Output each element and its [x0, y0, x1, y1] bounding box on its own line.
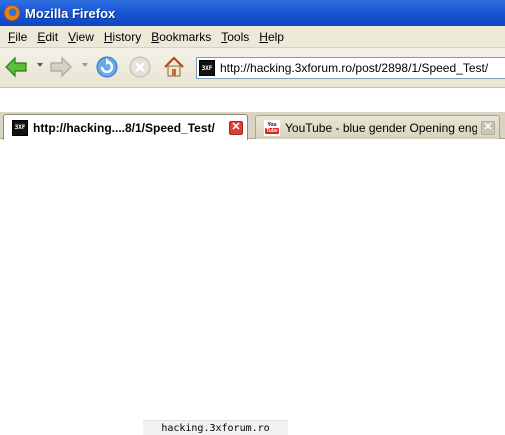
firefox-logo-icon: [4, 5, 20, 21]
menu-bookmarks[interactable]: Bookmarks: [146, 27, 216, 47]
site-favicon-icon: 3X F: [199, 60, 215, 76]
reload-button[interactable]: [94, 54, 120, 80]
menu-bar: File Edit View History Bookmarks Tools H…: [0, 26, 505, 48]
tab-speed-test[interactable]: 3X F http://hacking....8/1/Speed_Test/ ✕: [3, 114, 248, 140]
url-text: http://hacking.3xforum.ro/post/2898/1/Sp…: [220, 61, 489, 75]
tab-youtube[interactable]: You Tube YouTube - blue gender Opening e…: [255, 115, 500, 139]
back-history-dropdown-icon[interactable]: [37, 63, 43, 67]
url-bar[interactable]: 3X F http://hacking.3xforum.ro/post/2898/…: [196, 57, 505, 79]
stop-button[interactable]: [127, 54, 153, 80]
status-text: hacking.3xforum.ro: [143, 420, 288, 435]
menu-edit[interactable]: Edit: [32, 27, 63, 47]
menu-file[interactable]: File: [3, 27, 32, 47]
close-tab-icon[interactable]: ✕: [481, 120, 495, 135]
menu-help[interactable]: Help: [254, 27, 289, 47]
title-bar: Mozilla Firefox: [0, 0, 505, 26]
close-tab-icon[interactable]: ✕: [229, 120, 243, 135]
reload-icon: [96, 56, 118, 78]
tab-label: YouTube - blue gender Opening english: [285, 120, 477, 135]
forward-history-dropdown-icon[interactable]: [82, 63, 88, 67]
home-icon: [164, 56, 184, 77]
menu-history[interactable]: History: [99, 27, 146, 47]
back-button[interactable]: [3, 54, 29, 80]
tab-strip: 3X F http://hacking....8/1/Speed_Test/ ✕ …: [0, 112, 505, 140]
stop-icon: [129, 56, 151, 78]
page-content[interactable]: [0, 140, 505, 415]
window-title: Mozilla Firefox: [25, 5, 116, 21]
forward-button[interactable]: [48, 54, 74, 80]
back-arrow-icon: [5, 56, 27, 78]
tab-label: http://hacking....8/1/Speed_Test/: [33, 120, 215, 135]
menu-view[interactable]: View: [63, 27, 99, 47]
home-button[interactable]: [161, 54, 187, 80]
youtube-favicon-icon: You Tube: [264, 119, 280, 136]
3xforum-favicon-icon: 3X F: [12, 119, 28, 136]
menu-tools[interactable]: Tools: [216, 27, 254, 47]
forward-arrow-icon: [50, 56, 72, 78]
